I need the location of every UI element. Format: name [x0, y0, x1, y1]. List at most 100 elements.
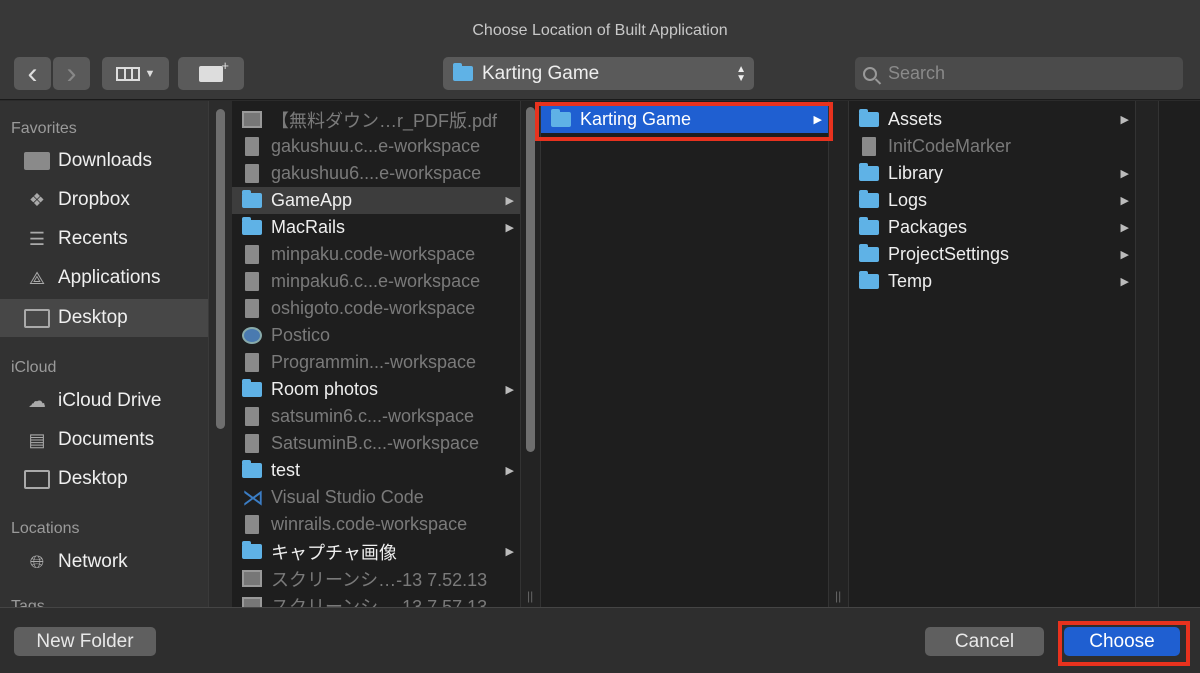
- label: iCloud Drive: [58, 390, 162, 411]
- documents-icon: ▤: [28, 429, 46, 450]
- list-item[interactable]: minpaku6.c...e-workspace: [232, 268, 520, 295]
- desktop-icon: [24, 308, 50, 328]
- document-icon: [245, 137, 259, 156]
- path-popup[interactable]: Karting Game ▲ ▼: [443, 57, 754, 90]
- cancel-button[interactable]: Cancel: [925, 627, 1044, 656]
- sidebar-scrollbar[interactable]: [208, 101, 232, 607]
- resize-grip-icon[interactable]: ||: [835, 589, 841, 603]
- folder-icon: [859, 271, 879, 289]
- list-item[interactable]: SatsuminB.c...-workspace: [232, 430, 520, 457]
- desktop-icon: [24, 469, 50, 489]
- search-placeholder: Search: [888, 63, 946, 83]
- document-icon: [245, 245, 259, 264]
- folder-icon: [242, 217, 262, 235]
- item-name: Room photos: [271, 379, 379, 399]
- resize-grip-icon[interactable]: ||: [527, 589, 533, 603]
- list-item[interactable]: ProjectSettings ▶: [849, 241, 1135, 268]
- column-resize[interactable]: [1135, 101, 1159, 607]
- column-view-icon: [115, 66, 140, 81]
- item-name: test: [271, 460, 301, 480]
- disclosure-arrow-icon: ▶: [1120, 195, 1129, 207]
- item-name: スクリーンシ…-13 7.52.13: [271, 569, 488, 590]
- scroll-thumb[interactable]: [526, 107, 535, 452]
- forward-button[interactable]: ›: [53, 57, 90, 90]
- folder-icon: [453, 63, 473, 81]
- list-item[interactable]: スクリーンシ…-13 7.57.13: [232, 592, 520, 607]
- view-mode-button[interactable]: ▼: [102, 57, 169, 90]
- folder-icon: [859, 244, 879, 262]
- recents-icon: ☰: [28, 228, 46, 249]
- sidebar-item-dropbox[interactable]: ❖ Dropbox: [0, 181, 208, 219]
- list-item[interactable]: Postico: [232, 322, 520, 349]
- sidebar-item-icloud-desktop[interactable]: Desktop: [0, 460, 208, 498]
- list-item[interactable]: Packages ▶: [849, 214, 1135, 241]
- sidebar-item-documents[interactable]: ▤ Documents: [0, 421, 208, 459]
- choose-button[interactable]: Choose: [1064, 627, 1180, 656]
- item-name: Assets: [888, 109, 943, 129]
- item-name: satsumin6.c...-workspace: [271, 406, 475, 426]
- list-item[interactable]: Library ▶: [849, 160, 1135, 187]
- folder-icon: [242, 541, 262, 559]
- image-file-icon: [242, 597, 262, 607]
- list-item[interactable]: Karting Game ▶: [541, 106, 828, 133]
- item-name: ProjectSettings: [888, 244, 1010, 264]
- sidebar-item-downloads[interactable]: Downloads: [0, 142, 208, 180]
- list-item[interactable]: Temp ▶: [849, 268, 1135, 295]
- cloud-icon: ☁: [28, 390, 46, 411]
- sidebar-section-favorites: Favorites: [11, 120, 77, 137]
- item-name: スクリーンシ…-13 7.57.13: [271, 596, 488, 608]
- list-item[interactable]: winrails.code-workspace: [232, 511, 520, 538]
- folder-icon: [859, 217, 879, 235]
- item-name: 【無料ダウン…r_PDF版.pdf: [271, 110, 498, 131]
- sidebar-item-network[interactable]: 🌐︎ Network: [0, 543, 208, 581]
- item-name: minpaku6.c...e-workspace: [271, 271, 481, 291]
- list-item[interactable]: Programmin...-workspace: [232, 349, 520, 376]
- applications-icon: ⟁: [28, 267, 46, 288]
- chevron-left-icon: ‹: [27, 56, 38, 90]
- document-icon: [245, 164, 259, 183]
- list-item[interactable]: InitCodeMarker: [849, 133, 1135, 160]
- list-item[interactable]: 【無料ダウン…r_PDF版.pdf: [232, 106, 520, 133]
- scroll-thumb[interactable]: [216, 109, 225, 429]
- list-item[interactable]: gakushuu6....e-workspace: [232, 160, 520, 187]
- list-item[interactable]: Logs ▶: [849, 187, 1135, 214]
- column-scrollbar[interactable]: ||: [520, 101, 541, 607]
- document-icon: [245, 272, 259, 291]
- list-item[interactable]: スクリーンシ…-13 7.52.13: [232, 565, 520, 592]
- column-resize[interactable]: ||: [828, 101, 849, 607]
- list-item[interactable]: test ▶: [232, 457, 520, 484]
- list-item[interactable]: satsumin6.c...-workspace: [232, 403, 520, 430]
- footer: New Folder Cancel Choose: [0, 607, 1200, 673]
- search-field[interactable]: Search: [855, 57, 1183, 90]
- sidebar-item-recents[interactable]: ☰ Recents: [0, 220, 208, 258]
- item-name: キャプチャ画像: [271, 542, 397, 563]
- sidebar-item-desktop[interactable]: Desktop: [0, 299, 208, 337]
- list-item[interactable]: GameApp ▶: [232, 187, 520, 214]
- chevron-right-icon: ›: [66, 56, 77, 90]
- list-item[interactable]: Assets ▶: [849, 106, 1135, 133]
- label: Applications: [58, 267, 161, 288]
- new-folder-toolbar-button[interactable]: +: [178, 57, 244, 90]
- chevron-down-icon: ▼: [144, 67, 156, 80]
- folder-icon: [551, 109, 571, 127]
- new-folder-button[interactable]: New Folder: [14, 627, 156, 656]
- updown-chevron-icon: ▲ ▼: [736, 63, 746, 84]
- sidebar-item-applications[interactable]: ⟁ Applications: [0, 259, 208, 297]
- document-icon: [862, 137, 876, 156]
- sidebar: Favorites Downloads ❖ Dropbox ☰ Recents ⟁ A…: [0, 101, 208, 607]
- back-button[interactable]: ‹: [14, 57, 51, 90]
- item-name: InitCodeMarker: [888, 136, 1012, 156]
- list-item[interactable]: キャプチャ画像 ▶: [232, 538, 520, 565]
- list-item[interactable]: ⋊ Visual Studio Code: [232, 484, 520, 511]
- sidebar-item-icloud-drive[interactable]: ☁ iCloud Drive: [0, 382, 208, 420]
- list-item[interactable]: oshigoto.code-workspace: [232, 295, 520, 322]
- list-item[interactable]: gakushuu.c...e-workspace: [232, 133, 520, 160]
- column-gameapp: Karting Game ▶: [541, 101, 828, 607]
- dropbox-icon: ❖: [28, 189, 46, 210]
- list-item[interactable]: MacRails ▶: [232, 214, 520, 241]
- item-name: Visual Studio Code: [271, 487, 424, 507]
- image-file-icon: [242, 111, 262, 128]
- item-name: MacRails: [271, 217, 346, 237]
- list-item[interactable]: minpaku.code-workspace: [232, 241, 520, 268]
- list-item[interactable]: Room photos ▶: [232, 376, 520, 403]
